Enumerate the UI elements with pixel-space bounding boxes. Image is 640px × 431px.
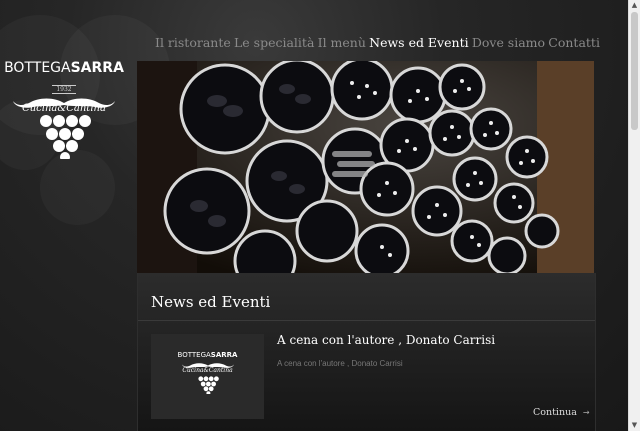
grapes-icon [40,115,91,159]
article-title[interactable]: A cena con l'autore , Donato Carrisi [277,333,495,347]
nav-item-il-ristorante[interactable]: Il ristorante [155,35,231,50]
nav-item-il-menu[interactable]: Il menù [318,35,366,50]
article-excerpt: A cena con l'autore , Donato Carrisi [277,359,403,368]
thumbnail-logo: BOTTEGASARRA Cucina&Cantina [151,351,264,394]
nav-item-dove-siamo[interactable]: Dove siamo [472,35,545,50]
nav-item-contatti[interactable]: Contatti [548,35,600,50]
wine-rack-illustration [137,61,594,273]
continue-link[interactable]: Continua → [533,407,590,418]
article-thumbnail[interactable]: BOTTEGASARRA Cucina&Cantina [151,334,264,419]
continue-label: Continua [533,407,577,418]
news-panel: News ed Eventi BOTTEGASARRA Cucina&Canti… [137,273,596,431]
scroll-down-icon[interactable]: ▼ [629,420,640,431]
main-nav: Il ristorante Le specialità Il menù News… [155,35,600,50]
arrow-right-icon: → [582,408,590,417]
decorative-circle [40,150,115,225]
logo-year: 1932 [52,85,76,94]
scroll-up-icon[interactable]: ▲ [629,0,640,11]
site-logo[interactable]: BOTTEGASARRA 1932 Cucina&Cantina [4,60,124,159]
nav-item-news-ed-eventi[interactable]: News ed Eventi [369,35,468,50]
nav-item-le-specialita[interactable]: Le specialità [234,35,314,50]
divider [138,320,595,321]
grapes-icon [197,376,219,394]
logo-brand: BOTTEGASARRA [4,60,124,76]
logo-tagline: Cucina&Cantina [22,103,106,114]
section-title: News ed Eventi [151,293,271,311]
thumbnail-tagline: Cucina&Cantina [182,367,233,374]
scrollbar-thumb[interactable] [631,12,638,130]
vertical-scrollbar[interactable]: ▲ ▼ [628,0,640,431]
hero-image-wine-rack [137,61,594,273]
